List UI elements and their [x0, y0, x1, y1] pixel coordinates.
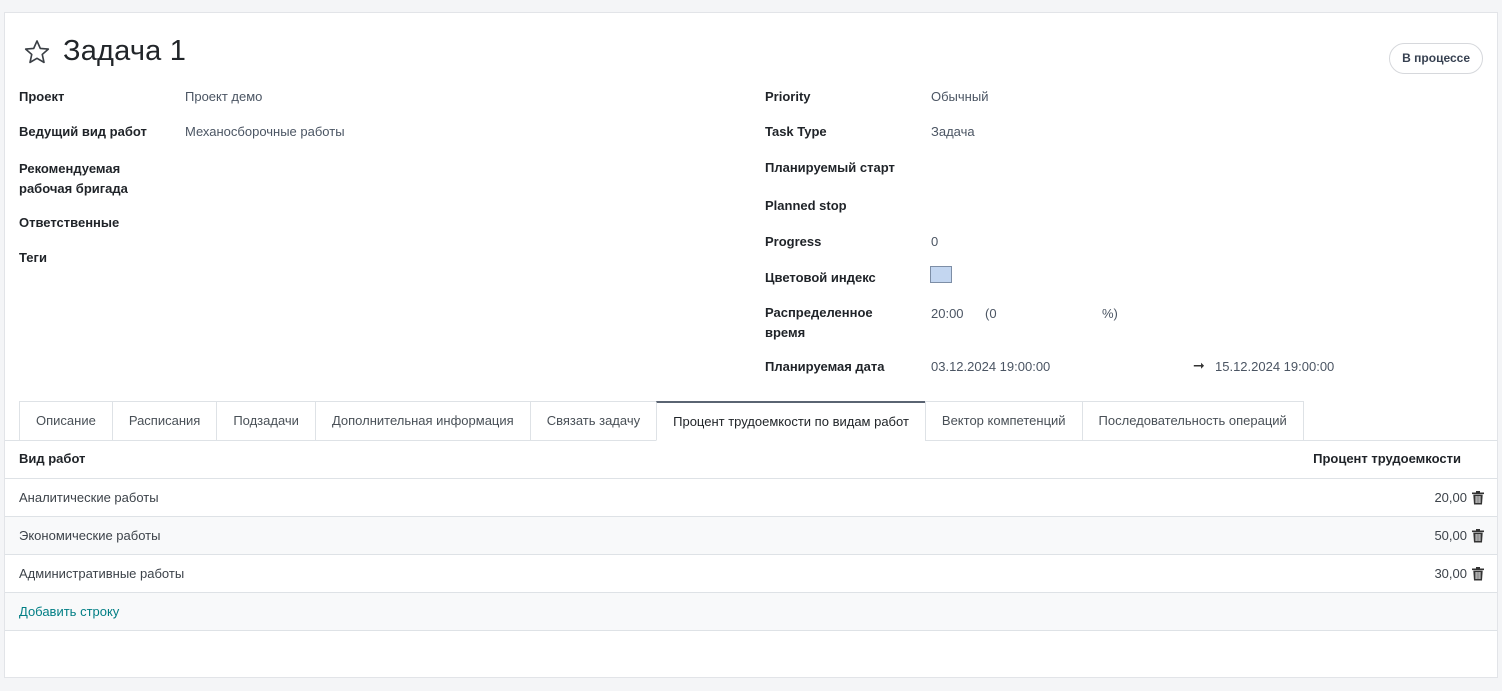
- planned-date-end[interactable]: 15.12.2024 19:00:00: [1215, 358, 1334, 376]
- table-row[interactable]: Экономические работы 50,00: [5, 517, 1497, 555]
- row-work-type[interactable]: Административные работы: [19, 566, 184, 581]
- star-icon[interactable]: [23, 38, 51, 66]
- tab-competence-vector[interactable]: Вектор компетенций: [924, 401, 1082, 441]
- tab-operation-sequence[interactable]: Последовательность операций: [1081, 401, 1304, 441]
- allocated-percent-open: (0: [985, 306, 997, 321]
- add-line-link[interactable]: Добавить строку: [19, 604, 119, 619]
- table-row[interactable]: Аналитические работы 20,00: [5, 479, 1497, 517]
- row-work-type[interactable]: Экономические работы: [19, 528, 160, 543]
- tags-label: Теги: [19, 250, 47, 265]
- row-percent[interactable]: 30,00: [1434, 566, 1467, 581]
- tab-schedules[interactable]: Расписания: [111, 401, 217, 441]
- title-row: Задача 1: [23, 35, 186, 68]
- color-index-label: Цветовой индекс: [765, 270, 876, 285]
- progress-value[interactable]: 0: [931, 233, 938, 251]
- row-percent[interactable]: 20,00: [1434, 490, 1467, 505]
- allocated-time-label-line1: Распределенное: [765, 305, 873, 320]
- lead-work-type-value[interactable]: Механосборочные работы: [185, 123, 345, 141]
- page-title: Задача 1: [63, 35, 187, 67]
- allocated-time-label-line2: время: [765, 325, 806, 340]
- notebook-tabs: Описание Расписания Подзадачи Дополнител…: [19, 401, 1304, 441]
- responsible-label: Ответственные: [19, 215, 120, 230]
- trash-icon[interactable]: [1472, 529, 1484, 543]
- row-work-type[interactable]: Аналитические работы: [19, 490, 159, 505]
- allocated-percent-close: %): [1102, 306, 1118, 321]
- tab-description[interactable]: Описание: [19, 401, 112, 441]
- tab-additional-info[interactable]: Дополнительная информация: [314, 401, 530, 441]
- allocated-time-value[interactable]: 20:00: [931, 305, 964, 323]
- planned-date-start[interactable]: 03.12.2024 19:00:00: [931, 358, 1050, 376]
- table-row[interactable]: Административные работы 30,00: [5, 555, 1497, 593]
- task-type-value[interactable]: Задача: [931, 123, 975, 141]
- color-index-swatch[interactable]: [930, 266, 952, 283]
- project-label: Проект: [19, 89, 65, 104]
- arrow-right-icon: ➞: [1193, 357, 1205, 373]
- trash-icon[interactable]: [1472, 491, 1484, 505]
- task-type-label: Task Type: [765, 124, 827, 139]
- table-header: Вид работ Процент трудоемкости: [5, 441, 1497, 479]
- progress-label: Progress: [765, 234, 822, 249]
- tab-labor-percent[interactable]: Процент трудоемкости по видам работ: [656, 401, 925, 441]
- lead-work-type-label: Ведущий вид работ: [19, 124, 147, 139]
- planned-stop-label: Planned stop: [765, 198, 847, 213]
- column-header-labor-percent[interactable]: Процент трудоемкости: [1313, 451, 1461, 466]
- recommended-team-label-line2: рабочая бригада: [19, 181, 128, 196]
- labor-table: Вид работ Процент трудоемкости Аналитиче…: [5, 441, 1497, 631]
- priority-value[interactable]: Обычный: [931, 88, 988, 106]
- form-sheet: Задача 1 В процессе Проект Проект демо В…: [4, 12, 1498, 678]
- status-button[interactable]: В процессе: [1389, 43, 1483, 74]
- tab-subtasks[interactable]: Подзадачи: [216, 401, 315, 441]
- row-percent[interactable]: 50,00: [1434, 528, 1467, 543]
- planned-start-label: Планируемый старт: [765, 160, 895, 175]
- recommended-team-label-line1: Рекомендуемая: [19, 161, 121, 176]
- planned-date-label: Планируемая дата: [765, 359, 885, 374]
- column-header-work-type[interactable]: Вид работ: [19, 451, 85, 466]
- priority-label: Priority: [765, 89, 811, 104]
- project-value[interactable]: Проект демо: [185, 88, 262, 106]
- add-row: Добавить строку: [5, 593, 1497, 631]
- trash-icon[interactable]: [1472, 567, 1484, 581]
- tab-link-task[interactable]: Связать задачу: [529, 401, 657, 441]
